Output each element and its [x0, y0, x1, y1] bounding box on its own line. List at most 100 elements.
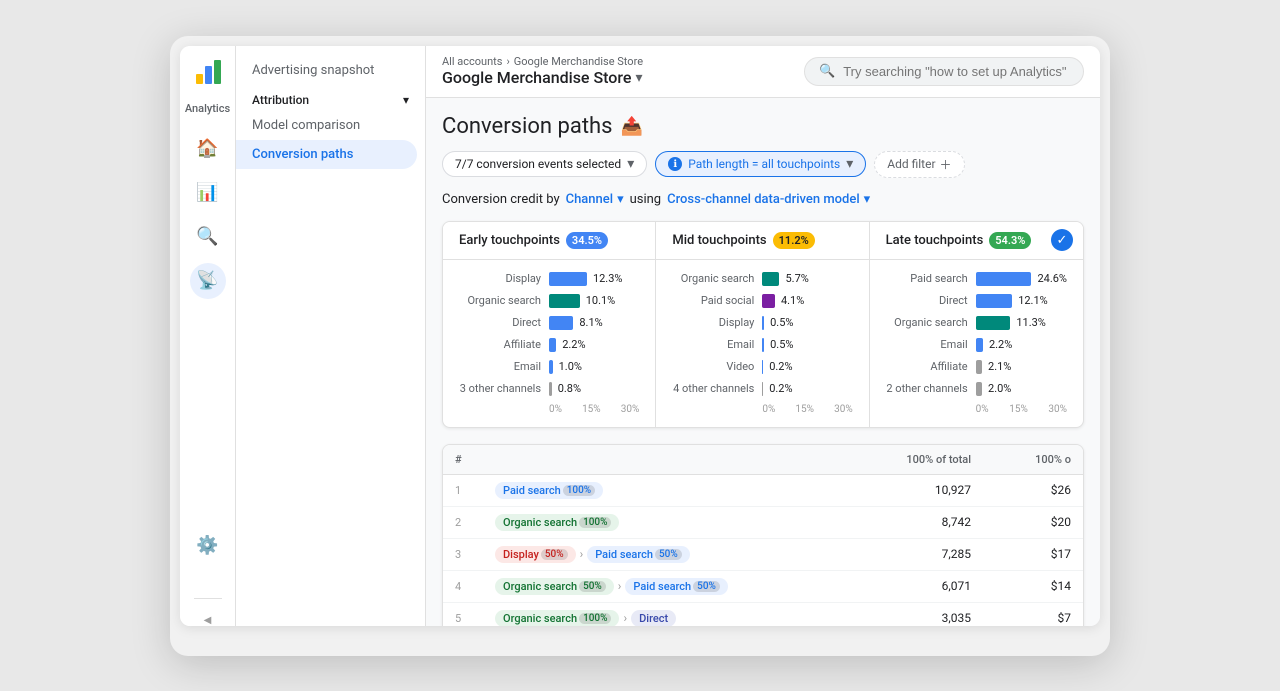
using-label: using	[630, 192, 662, 207]
conversion-events-label: 7/7 conversion events selected	[455, 157, 621, 171]
mid-touchpoints-label: Mid touchpoints 11.2%	[672, 232, 852, 249]
early-bar-direct: Direct 8.1%	[459, 316, 639, 330]
path-chips: Organic search 100% › Direct	[495, 610, 851, 626]
conversion-events-chevron-icon: ▾	[627, 156, 634, 172]
channel-label: Channel	[566, 192, 613, 207]
early-bar-organic: Organic search 10.1%	[459, 294, 639, 308]
section-chevron: ▾	[403, 93, 409, 107]
nav-collapse[interactable]: ◀	[204, 615, 212, 626]
property-selector[interactable]: Google Merchandise Store ▾	[442, 68, 643, 87]
reports-icon[interactable]: 📊	[190, 175, 226, 211]
late-selected-icon: ✓	[1051, 229, 1073, 251]
app-name-label: Analytics	[185, 102, 230, 115]
path-length-chevron-icon: ▾	[846, 156, 853, 172]
late-bar-email: Email 2.2%	[886, 338, 1067, 352]
late-chart: Paid search 24.6% Direct	[870, 260, 1083, 427]
early-bar-affiliate: Affiliate 2.2%	[459, 338, 639, 352]
chip-display: Display 50%	[495, 546, 576, 563]
email-bar	[549, 360, 553, 374]
table-row: 1 Paid search 100% 10,927 $26	[443, 475, 1083, 507]
col-revenue: 100% o	[971, 453, 1071, 466]
sidebar-item-model-comparison[interactable]: Model comparison	[236, 111, 425, 140]
late-bar-affiliate: Affiliate 2.1%	[886, 360, 1067, 374]
breadcrumb-all-accounts[interactable]: All accounts	[442, 55, 502, 68]
add-filter-icon: ＋	[940, 156, 952, 173]
path-chips: Display 50% › Paid search 50%	[495, 546, 851, 563]
search-input[interactable]	[843, 64, 1069, 79]
breadcrumb-property[interactable]: Google Merchandise Store	[514, 55, 643, 68]
filter-bar: 7/7 conversion events selected ▾ ℹ Path …	[442, 151, 1084, 178]
channel-dropdown[interactable]: Channel ▾	[566, 192, 624, 207]
table-header: # 100% of total 100% o	[443, 445, 1083, 475]
late-touchpoints-label: Late touchpoints 54.3%	[886, 232, 1067, 249]
table-row: 4 Organic search 50% › Paid search 50% 6…	[443, 571, 1083, 603]
page-header: Conversion paths 📤	[442, 114, 1084, 139]
early-chart: Display 12.3% Organic search	[443, 260, 656, 427]
organic-bar	[549, 294, 580, 308]
table-row: 3 Display 50% › Paid search 50% 7,285 $1…	[443, 539, 1083, 571]
direct-bar	[549, 316, 573, 330]
left-nav: Analytics 🏠 📊 🔍 📡 ⚙️ ◀	[180, 46, 236, 626]
settings-icon[interactable]: ⚙️	[190, 528, 226, 564]
sidebar-section-attribution[interactable]: Attribution ▾	[236, 85, 425, 111]
chip-paid-search: Paid search 100%	[495, 482, 603, 499]
conversion-events-filter[interactable]: 7/7 conversion events selected ▾	[442, 151, 647, 177]
affiliate-bar	[549, 338, 556, 352]
breadcrumb: All accounts › Google Merchandise Store	[442, 55, 643, 68]
model-chevron-icon: ▾	[864, 192, 871, 207]
chip-direct: Direct	[631, 610, 676, 626]
breadcrumb-sep1: ›	[506, 55, 509, 68]
late-badge: 54.3%	[989, 232, 1031, 249]
table-row: 5 Organic search 100% › Direct 3,035 $7	[443, 603, 1083, 626]
path-chips: Paid search 100%	[495, 482, 851, 499]
add-filter-button[interactable]: Add filter ＋	[874, 151, 964, 178]
early-bar-display: Display 12.3%	[459, 272, 639, 286]
touchpoints-panel: Early touchpoints 34.5% Mid touchpoints …	[442, 221, 1084, 428]
nav-divider	[194, 598, 222, 599]
home-icon[interactable]: 🏠	[190, 131, 226, 167]
late-bar-paid-search: Paid search 24.6%	[886, 272, 1067, 286]
explore-icon[interactable]: 🔍	[190, 219, 226, 255]
page-title: Conversion paths	[442, 114, 613, 139]
col-total: 100% of total	[851, 453, 971, 466]
path-chips: Organic search 50% › Paid search 50%	[495, 578, 851, 595]
sidebar-item-conversion-paths[interactable]: Conversion paths	[236, 140, 417, 169]
export-icon[interactable]: 📤	[621, 116, 643, 137]
charts-row: Display 12.3% Organic search	[443, 260, 1083, 427]
device-frame: Analytics 🏠 📊 🔍 📡 ⚙️ ◀ Advertising snaps…	[170, 36, 1110, 656]
col-num: #	[455, 453, 495, 466]
analytics-logo	[192, 56, 224, 88]
data-table: # 100% of total 100% o 1 Paid search 100…	[442, 444, 1084, 626]
channel-chevron-icon: ▾	[617, 192, 624, 207]
other-bar	[549, 382, 552, 396]
early-badge: 34.5%	[566, 232, 608, 249]
mid-bar-email: Email 0.5%	[672, 338, 852, 352]
mid-axis: 0% 15% 30%	[672, 404, 852, 415]
path-length-filter[interactable]: ℹ Path length = all touchpoints ▾	[655, 151, 866, 177]
advertising-icon[interactable]: 📡	[190, 263, 226, 299]
model-dropdown[interactable]: Cross-channel data-driven model ▾	[667, 192, 870, 207]
touchpoints-header: Early touchpoints 34.5% Mid touchpoints …	[443, 222, 1083, 260]
chip-organic: Organic search 100%	[495, 610, 619, 626]
table-row: 2 Organic search 100% 8,742 $20	[443, 507, 1083, 539]
main-content: All accounts › Google Merchandise Store …	[426, 46, 1100, 626]
attribution-label: Attribution	[252, 93, 309, 107]
early-touchpoints-header: Early touchpoints 34.5%	[443, 222, 656, 259]
arrow-icon: ›	[623, 611, 627, 625]
late-bar-organic: Organic search 11.3%	[886, 316, 1067, 330]
credit-selector: Conversion credit by Channel ▾ using Cro…	[442, 192, 1084, 207]
property-name: Google Merchandise Store	[442, 68, 631, 87]
mid-bar-paid-social: Paid social 4.1%	[672, 294, 852, 308]
mid-bar-display: Display 0.5%	[672, 316, 852, 330]
credit-prefix-label: Conversion credit by	[442, 192, 560, 207]
late-axis: 0% 15% 30%	[886, 404, 1067, 415]
late-bar-direct: Direct 12.1%	[886, 294, 1067, 308]
mid-touchpoints-header: Mid touchpoints 11.2%	[656, 222, 869, 259]
property-chevron-icon: ▾	[635, 70, 642, 86]
browser-window: Analytics 🏠 📊 🔍 📡 ⚙️ ◀ Advertising snaps…	[180, 46, 1100, 626]
chip-paid-search: Paid search 50%	[625, 578, 727, 595]
sidebar-item-advertising-snapshot[interactable]: Advertising snapshot	[236, 56, 425, 85]
search-bar[interactable]: 🔍	[804, 57, 1084, 86]
late-bar-other: 2 other channels 2.0%	[886, 382, 1067, 396]
mid-bar-other: 4 other channels 0.2%	[672, 382, 852, 396]
